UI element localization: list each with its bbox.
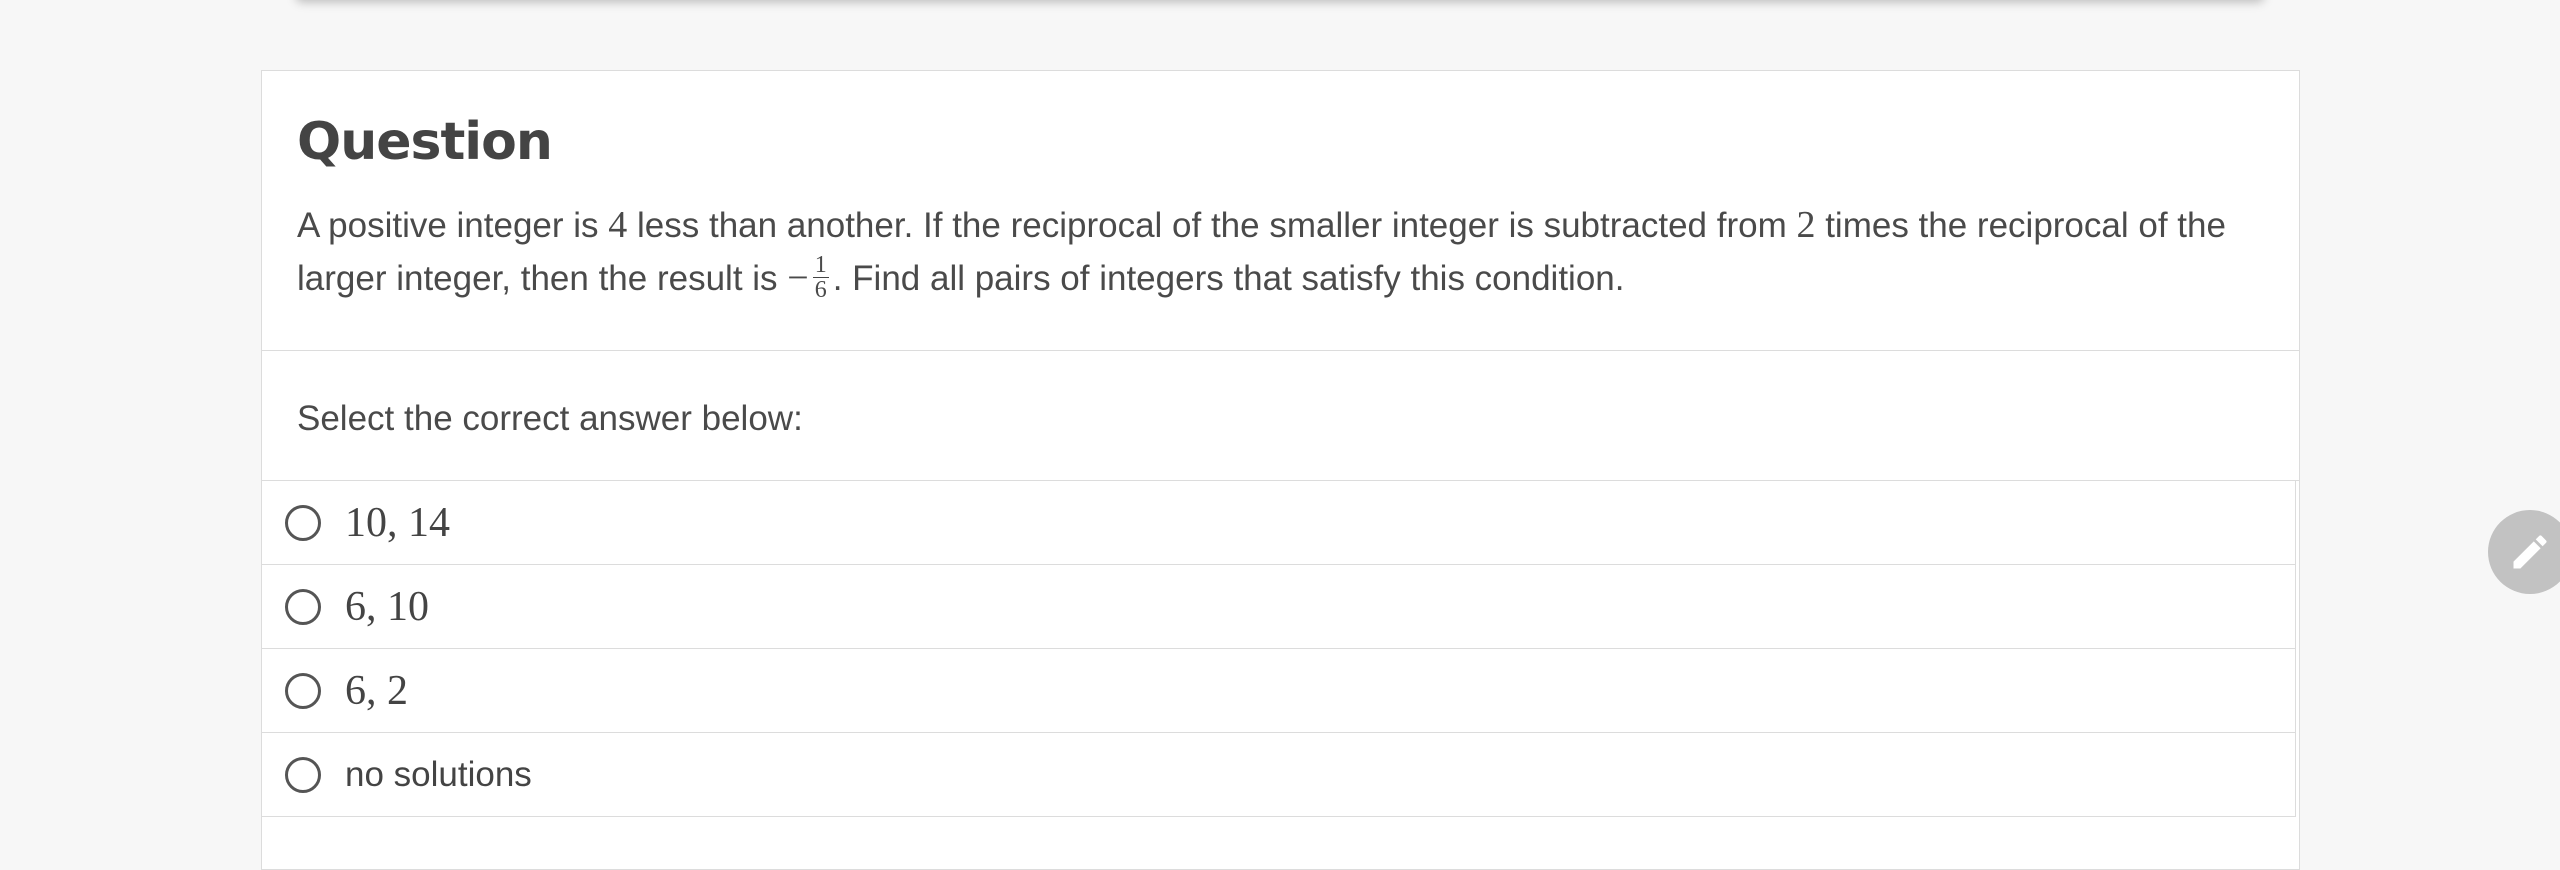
answer-option[interactable]: 6, 2 [262, 649, 2295, 733]
answer-option[interactable]: 10, 14 [262, 481, 2295, 565]
answer-option[interactable]: no solutions [262, 733, 2295, 817]
question-text: A positive integer is 4 less than anothe… [297, 199, 2265, 305]
radio-button[interactable] [285, 504, 321, 541]
answer-option-label: 6, 10 [345, 583, 429, 630]
math-number: 2 [1796, 204, 1816, 246]
fraction-denominator: 6 [814, 277, 827, 304]
question-heading: Question [297, 112, 553, 172]
pencil-icon [2513, 535, 2547, 569]
answer-option-label: 6, 2 [345, 667, 408, 714]
radio-button[interactable] [285, 588, 321, 625]
minus-sign: − [787, 257, 809, 299]
question-text-part: less than another. If the reciprocal of … [627, 206, 1797, 245]
instruction-text: Select the correct answer below: [297, 399, 803, 438]
instruction-section: Select the correct answer below: [262, 351, 2299, 481]
question-section: Question A positive integer is 4 less th… [262, 71, 2299, 351]
answer-options: 10, 14 6, 10 6, 2 no solutions [262, 481, 2296, 817]
question-card: Question A positive integer is 4 less th… [261, 70, 2300, 870]
question-text-part: . Find all pairs of integers that satisf… [832, 259, 1625, 298]
question-text-part: A positive integer is [297, 206, 609, 245]
fraction: 16 [812, 252, 829, 304]
answer-option-label: no solutions [345, 754, 532, 794]
edit-button[interactable] [2488, 510, 2560, 594]
math-number: 4 [608, 204, 628, 246]
radio-button[interactable] [285, 756, 321, 793]
answer-option-label: 10, 14 [345, 499, 450, 546]
radio-button[interactable] [285, 672, 321, 709]
fraction-numerator: 1 [812, 252, 829, 279]
answer-option[interactable]: 6, 10 [262, 565, 2295, 649]
